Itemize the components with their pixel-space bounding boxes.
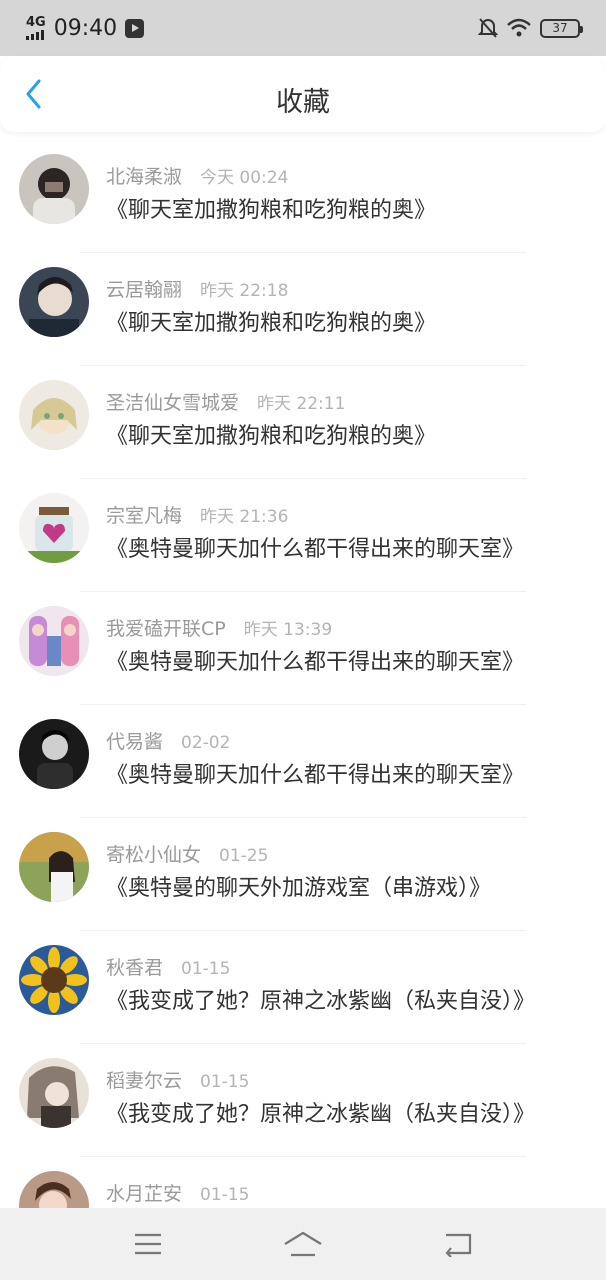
item-title[interactable]: 《奥特曼聊天加什么都干得出来的聊天室》	[106, 757, 524, 789]
item-meta: 代易酱 02-02	[106, 727, 230, 754]
avatar[interactable]	[19, 154, 89, 224]
item-time: 昨天 21:36	[200, 507, 289, 527]
item-title[interactable]: 《奥特曼聊天加什么都干得出来的聊天室》	[106, 644, 524, 676]
author-name[interactable]: 云居翰翮	[106, 275, 182, 302]
back-icon	[445, 1233, 472, 1257]
list-item[interactable]: 云居翰翮 昨天 22:18 《聊天室加撒狗粮和吃狗粮的奥》	[0, 253, 606, 366]
status-bar: 4G 09:40 37	[0, 0, 606, 56]
list-item[interactable]: 圣洁仙女雪城爱 昨天 22:11 《聊天室加撒狗粮和吃狗粮的奥》	[0, 366, 606, 479]
item-meta: 圣洁仙女雪城爱 昨天 22:11	[106, 388, 345, 415]
item-meta: 寄松小仙女 01-25	[106, 840, 268, 867]
item-time: 昨天 22:11	[257, 394, 346, 414]
mute-bell-icon	[478, 18, 498, 38]
list-item[interactable]: 秋香君 01-15 《我变成了她？原神之冰紫幽（私夹自没）》	[0, 931, 606, 1044]
author-name[interactable]: 寄松小仙女	[106, 840, 201, 867]
author-name[interactable]: 宗室凡梅	[106, 501, 182, 528]
back-nav-button[interactable]	[433, 1224, 483, 1264]
item-time: 昨天 22:18	[200, 281, 289, 301]
list-item[interactable]: 北海柔淑 今天 00:24 《聊天室加撒狗粮和吃狗粮的奥》	[0, 140, 606, 253]
item-time: 01-15	[181, 959, 231, 979]
status-right: 37	[478, 17, 583, 39]
avatar[interactable]	[19, 719, 89, 789]
item-meta: 秋香君 01-15	[106, 953, 230, 980]
media-icon	[125, 18, 145, 38]
page-title: 收藏	[276, 87, 330, 118]
item-time: 01-25	[219, 846, 269, 866]
signal-icon: 4G	[26, 16, 46, 40]
avatar[interactable]	[19, 1058, 89, 1128]
network-type: 4G	[26, 15, 46, 30]
author-name[interactable]: 北海柔淑	[106, 162, 182, 189]
item-title[interactable]: 《奥特曼聊天加什么都干得出来的聊天室》	[106, 531, 524, 563]
author-name[interactable]: 水月芷安	[106, 1179, 182, 1206]
item-title[interactable]: 《聊天室加撒狗粮和吃狗粮的奥》	[106, 305, 436, 337]
item-meta: 稻妻尔云 01-15	[106, 1066, 249, 1093]
home-icon	[284, 1231, 322, 1257]
list-item[interactable]: 宗室凡梅 昨天 21:36 《奥特曼聊天加什么都干得出来的聊天室》	[0, 479, 606, 592]
item-time: 01-15	[200, 1185, 250, 1205]
wifi-icon	[507, 18, 531, 37]
battery-level: 37	[552, 21, 568, 35]
status-time: 09:40	[53, 15, 118, 41]
item-title[interactable]: 《我变成了她？原神之冰紫幽（私夹自没）》	[106, 1096, 535, 1128]
avatar[interactable]	[19, 380, 89, 450]
favorites-list: 北海柔淑 今天 00:24 《聊天室加撒狗粮和吃狗粮的奥》 云居翰翮 昨天 22…	[0, 140, 606, 1270]
avatar[interactable]	[19, 606, 89, 676]
menu-icon	[134, 1233, 161, 1255]
item-title[interactable]: 《我变成了她？原神之冰紫幽（私夹自没）》	[106, 983, 535, 1015]
author-name[interactable]: 代易酱	[106, 727, 163, 754]
list-item[interactable]: 稻妻尔云 01-15 《我变成了她？原神之冰紫幽（私夹自没）》	[0, 1044, 606, 1157]
item-title[interactable]: 《奥特曼的聊天外加游戏室（串游戏）》	[106, 870, 491, 902]
item-meta: 我爱磕开联CP 昨天 13:39	[106, 614, 332, 641]
avatar[interactable]	[19, 267, 89, 337]
author-name[interactable]: 我爱磕开联CP	[106, 614, 226, 641]
item-time: 昨天 13:39	[243, 620, 333, 640]
battery-icon: 37	[540, 18, 583, 38]
item-title[interactable]: 《聊天室加撒狗粮和吃狗粮的奥》	[106, 192, 436, 224]
list-item[interactable]: 我爱磕开联CP 昨天 13:39 《奥特曼聊天加什么都干得出来的聊天室》	[0, 592, 606, 705]
author-name[interactable]: 秋香君	[106, 953, 163, 980]
item-time: 01-15	[200, 1072, 250, 1092]
system-nav-bar	[0, 1208, 606, 1280]
avatar[interactable]	[19, 945, 89, 1015]
list-item[interactable]: 寄松小仙女 01-25 《奥特曼的聊天外加游戏室（串游戏）》	[0, 818, 606, 931]
item-meta: 北海柔淑 今天 00:24	[106, 162, 288, 189]
author-name[interactable]: 稻妻尔云	[106, 1066, 182, 1093]
status-left: 4G 09:40	[26, 15, 145, 41]
avatar[interactable]	[19, 493, 89, 563]
home-button[interactable]	[278, 1224, 328, 1264]
item-time: 02-02	[181, 733, 231, 753]
item-meta: 宗室凡梅 昨天 21:36	[106, 501, 288, 528]
item-meta: 水月芷安 01-15	[106, 1179, 249, 1206]
page-header: 收藏	[0, 56, 606, 132]
item-meta: 云居翰翮 昨天 22:18	[106, 275, 288, 302]
item-title[interactable]: 《聊天室加撒狗粮和吃狗粮的奥》	[106, 418, 436, 450]
menu-button[interactable]	[123, 1224, 173, 1264]
item-time: 今天 00:24	[200, 168, 289, 188]
avatar[interactable]	[19, 832, 89, 902]
list-item[interactable]: 代易酱 02-02 《奥特曼聊天加什么都干得出来的聊天室》	[0, 705, 606, 818]
author-name[interactable]: 圣洁仙女雪城爱	[106, 388, 239, 415]
